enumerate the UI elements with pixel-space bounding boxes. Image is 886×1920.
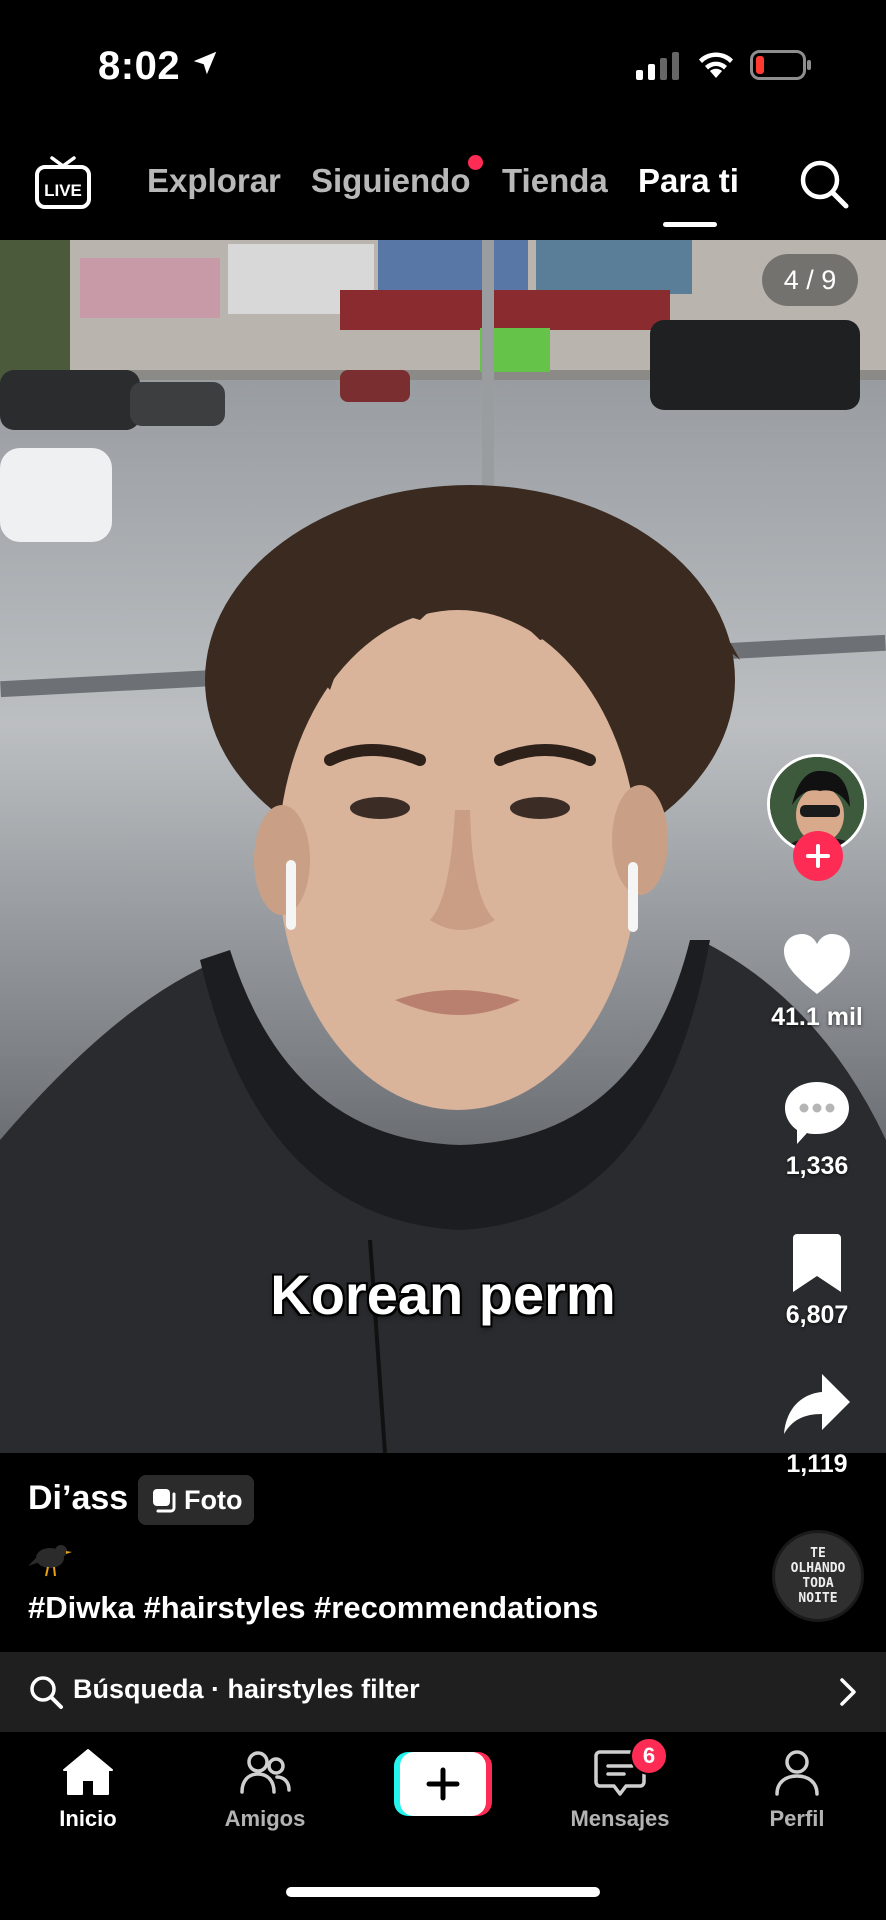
shares-count: 1,119 [786, 1450, 848, 1478]
battery-icon [750, 50, 811, 80]
search-icon[interactable] [798, 158, 850, 210]
active-tab-indicator [663, 222, 717, 227]
heart-icon[interactable] [782, 932, 852, 996]
tab-siguiendo[interactable]: Siguiendo [311, 162, 471, 200]
tab-explorar[interactable]: Explorar [147, 162, 281, 200]
nav-amigos-label: Amigos [224, 1806, 306, 1831]
search-query: hairstyles filter [227, 1674, 420, 1704]
post-photo[interactable]: 4 / 9 Korean perm [0, 240, 886, 1453]
search-icon [30, 1676, 63, 1709]
friends-icon [240, 1751, 291, 1794]
nav-amigos[interactable]: Amigos [200, 1744, 330, 1832]
follow-plus-button[interactable] [793, 831, 843, 881]
cellular-signal-icon [636, 52, 679, 80]
status-time: 8:02 [98, 44, 181, 88]
chevron-right-icon [840, 1678, 856, 1706]
top-navigation: LIVE Explorar Siguiendo Tienda Para ti [0, 130, 886, 240]
messages-badge: 6 [630, 1737, 668, 1775]
wifi-icon [699, 52, 733, 78]
photo-type-badge: Foto [138, 1475, 255, 1525]
photo-type-label: Foto [184, 1484, 243, 1515]
home-indicator [286, 1887, 600, 1897]
siguiendo-notification-dot [468, 155, 483, 170]
comment-icon[interactable] [783, 1080, 851, 1146]
post-hashtags[interactable]: #Diwka #hairstyles #recommendations [28, 1590, 598, 1626]
search-suggestion-text: Búsqueda · hairstyles filter [73, 1674, 420, 1705]
nav-perfil[interactable]: Perfil [732, 1744, 862, 1832]
search-separator: · [203, 1674, 228, 1704]
nav-mensajes-label: Mensajes [570, 1806, 670, 1831]
tab-tienda[interactable]: Tienda [502, 162, 608, 200]
image-counter: 4 / 9 [762, 254, 858, 306]
bird-emoji-icon [28, 1545, 72, 1577]
profile-icon [775, 1750, 819, 1796]
search-suggestion-bar[interactable]: Búsqueda · hairstyles filter [0, 1652, 886, 1732]
nav-inicio-label: Inicio [59, 1806, 117, 1831]
share-icon[interactable] [782, 1372, 852, 1438]
location-arrow-icon [193, 51, 217, 75]
live-tv-icon[interactable]: LIVE [34, 154, 92, 210]
status-bar: 8:02 [0, 0, 886, 130]
tab-para-ti[interactable]: Para ti [638, 162, 739, 200]
photo-stack-icon [153, 1489, 176, 1513]
likes-count: 41.1 mil [771, 1003, 863, 1031]
creator-username[interactable]: Di’ass [28, 1479, 128, 1518]
bookmark-icon[interactable] [791, 1232, 843, 1294]
music-disc[interactable]: TE OLHANDO TODA NOITE [772, 1530, 864, 1622]
home-icon [63, 1749, 113, 1795]
nav-perfil-label: Perfil [769, 1806, 825, 1831]
saves-count: 6,807 [785, 1301, 849, 1329]
create-icon[interactable] [394, 1752, 492, 1816]
search-prefix: Búsqueda [73, 1674, 204, 1704]
comments-count: 1,336 [785, 1152, 849, 1180]
nav-inicio[interactable]: Inicio [23, 1744, 153, 1832]
plus-icon [806, 844, 830, 868]
live-label: LIVE [44, 181, 82, 200]
